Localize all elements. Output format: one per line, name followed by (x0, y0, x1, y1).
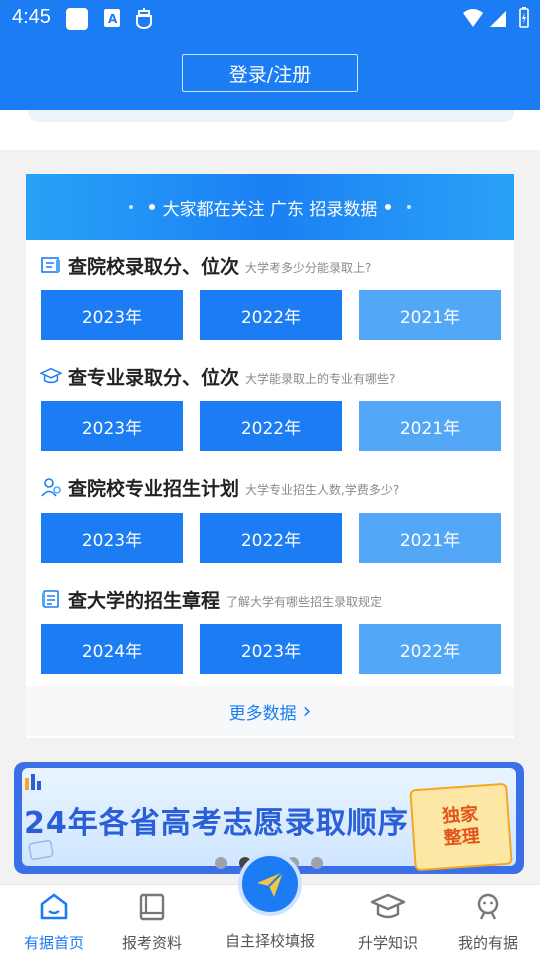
app-notification-icon (66, 8, 88, 30)
book-icon (136, 892, 168, 926)
status-time: 4:45 (12, 6, 51, 28)
card-banner-text: 大家都在关注 广东 招录数据 (162, 199, 378, 220)
wifi-icon (462, 8, 484, 32)
section-admission-rules: 查大学的招生章程 了解大学有哪些招生录取规定 (40, 584, 382, 614)
year-button-2022[interactable]: 2022年 (200, 401, 342, 451)
year-button-2021[interactable]: 2021年 (359, 290, 501, 340)
graduation-cap-icon (370, 892, 406, 926)
year-button-2023[interactable]: 2023年 (41, 290, 183, 340)
ad-headline: 24年各省高考志愿录取顺序 (24, 806, 409, 841)
school-icon (40, 254, 62, 276)
paper-plane-icon[interactable] (238, 852, 302, 916)
nav-label: 升学知识 (357, 934, 418, 952)
battery-icon (518, 6, 530, 32)
nav-item-materials[interactable]: 报考资料 (98, 892, 206, 953)
signal-icon (488, 8, 508, 32)
chevron-right-icon: › (302, 698, 312, 724)
section-title: 查院校录取分、位次 (68, 255, 240, 278)
year-button-2022[interactable]: 2022年 (359, 624, 501, 674)
people-icon (40, 476, 62, 498)
section-title: 查院校专业招生计划 (68, 477, 240, 500)
card-banner: 大家都在关注 广东 招录数据 (26, 174, 514, 240)
badge-line-2: 整理 (443, 825, 481, 850)
section-subtitle: 了解大学有哪些招生录取规定 (226, 594, 383, 609)
year-button-2024[interactable]: 2024年 (41, 624, 183, 674)
header-strip (0, 110, 540, 150)
section-school-score: 查院校录取分、位次 大学考多少分能录取上? (40, 250, 371, 280)
nav-item-home[interactable]: 有据首页 (0, 892, 108, 953)
pager-dot[interactable] (215, 857, 227, 869)
login-register-button[interactable]: 登录/注册 (182, 54, 358, 92)
year-button-2022[interactable]: 2022年 (200, 290, 342, 340)
pager-dot[interactable] (311, 857, 323, 869)
user-icon (473, 892, 503, 926)
exclusive-badge: 独家 整理 (409, 782, 513, 872)
graduation-cap-icon (40, 365, 62, 387)
section-major-score: 查专业录取分、位次 大学能录取上的专业有哪些? (40, 361, 395, 391)
year-button-2023[interactable]: 2023年 (41, 401, 183, 451)
scroll-decoration-icon (28, 838, 58, 866)
more-data-button[interactable]: 更多数据 › (26, 686, 514, 736)
year-button-2023[interactable]: 2023年 (200, 624, 342, 674)
more-data-label: 更多数据 (228, 703, 297, 724)
section-enrollment-plan: 查院校专业招生计划 大学专业招生人数,学费多少? (40, 472, 399, 502)
nav-label: 有据首页 (23, 934, 84, 952)
section-subtitle: 大学能录取上的专业有哪些? (245, 371, 396, 386)
a-notification-icon: A (104, 9, 120, 27)
year-button-2021[interactable]: 2021年 (359, 401, 501, 451)
section-subtitle: 大学考多少分能录取上? (245, 260, 372, 275)
section-title: 查专业录取分、位次 (68, 366, 240, 389)
badge-line-1: 独家 (441, 803, 479, 828)
bug-notification-icon (132, 6, 156, 34)
year-button-2023[interactable]: 2023年 (41, 513, 183, 563)
svg-text:A: A (108, 12, 118, 26)
nav-label: 自主择校填报 (224, 932, 315, 950)
section-subtitle: 大学专业招生人数,学费多少? (245, 482, 400, 497)
quick-panel-bottom (28, 110, 514, 122)
document-icon (40, 588, 62, 610)
nav-label: 报考资料 (121, 934, 182, 952)
nav-item-knowledge[interactable]: 升学知识 (334, 892, 442, 953)
nav-item-self-select[interactable]: 自主择校填报 (216, 930, 324, 951)
year-button-2022[interactable]: 2022年 (200, 513, 342, 563)
nav-item-profile[interactable]: 我的有据 (434, 892, 540, 953)
section-title: 查大学的招生章程 (68, 589, 221, 612)
bar-chart-icon (24, 772, 44, 794)
nav-label: 我的有据 (457, 934, 518, 952)
year-button-2021[interactable]: 2021年 (359, 513, 501, 563)
home-icon (38, 892, 70, 926)
